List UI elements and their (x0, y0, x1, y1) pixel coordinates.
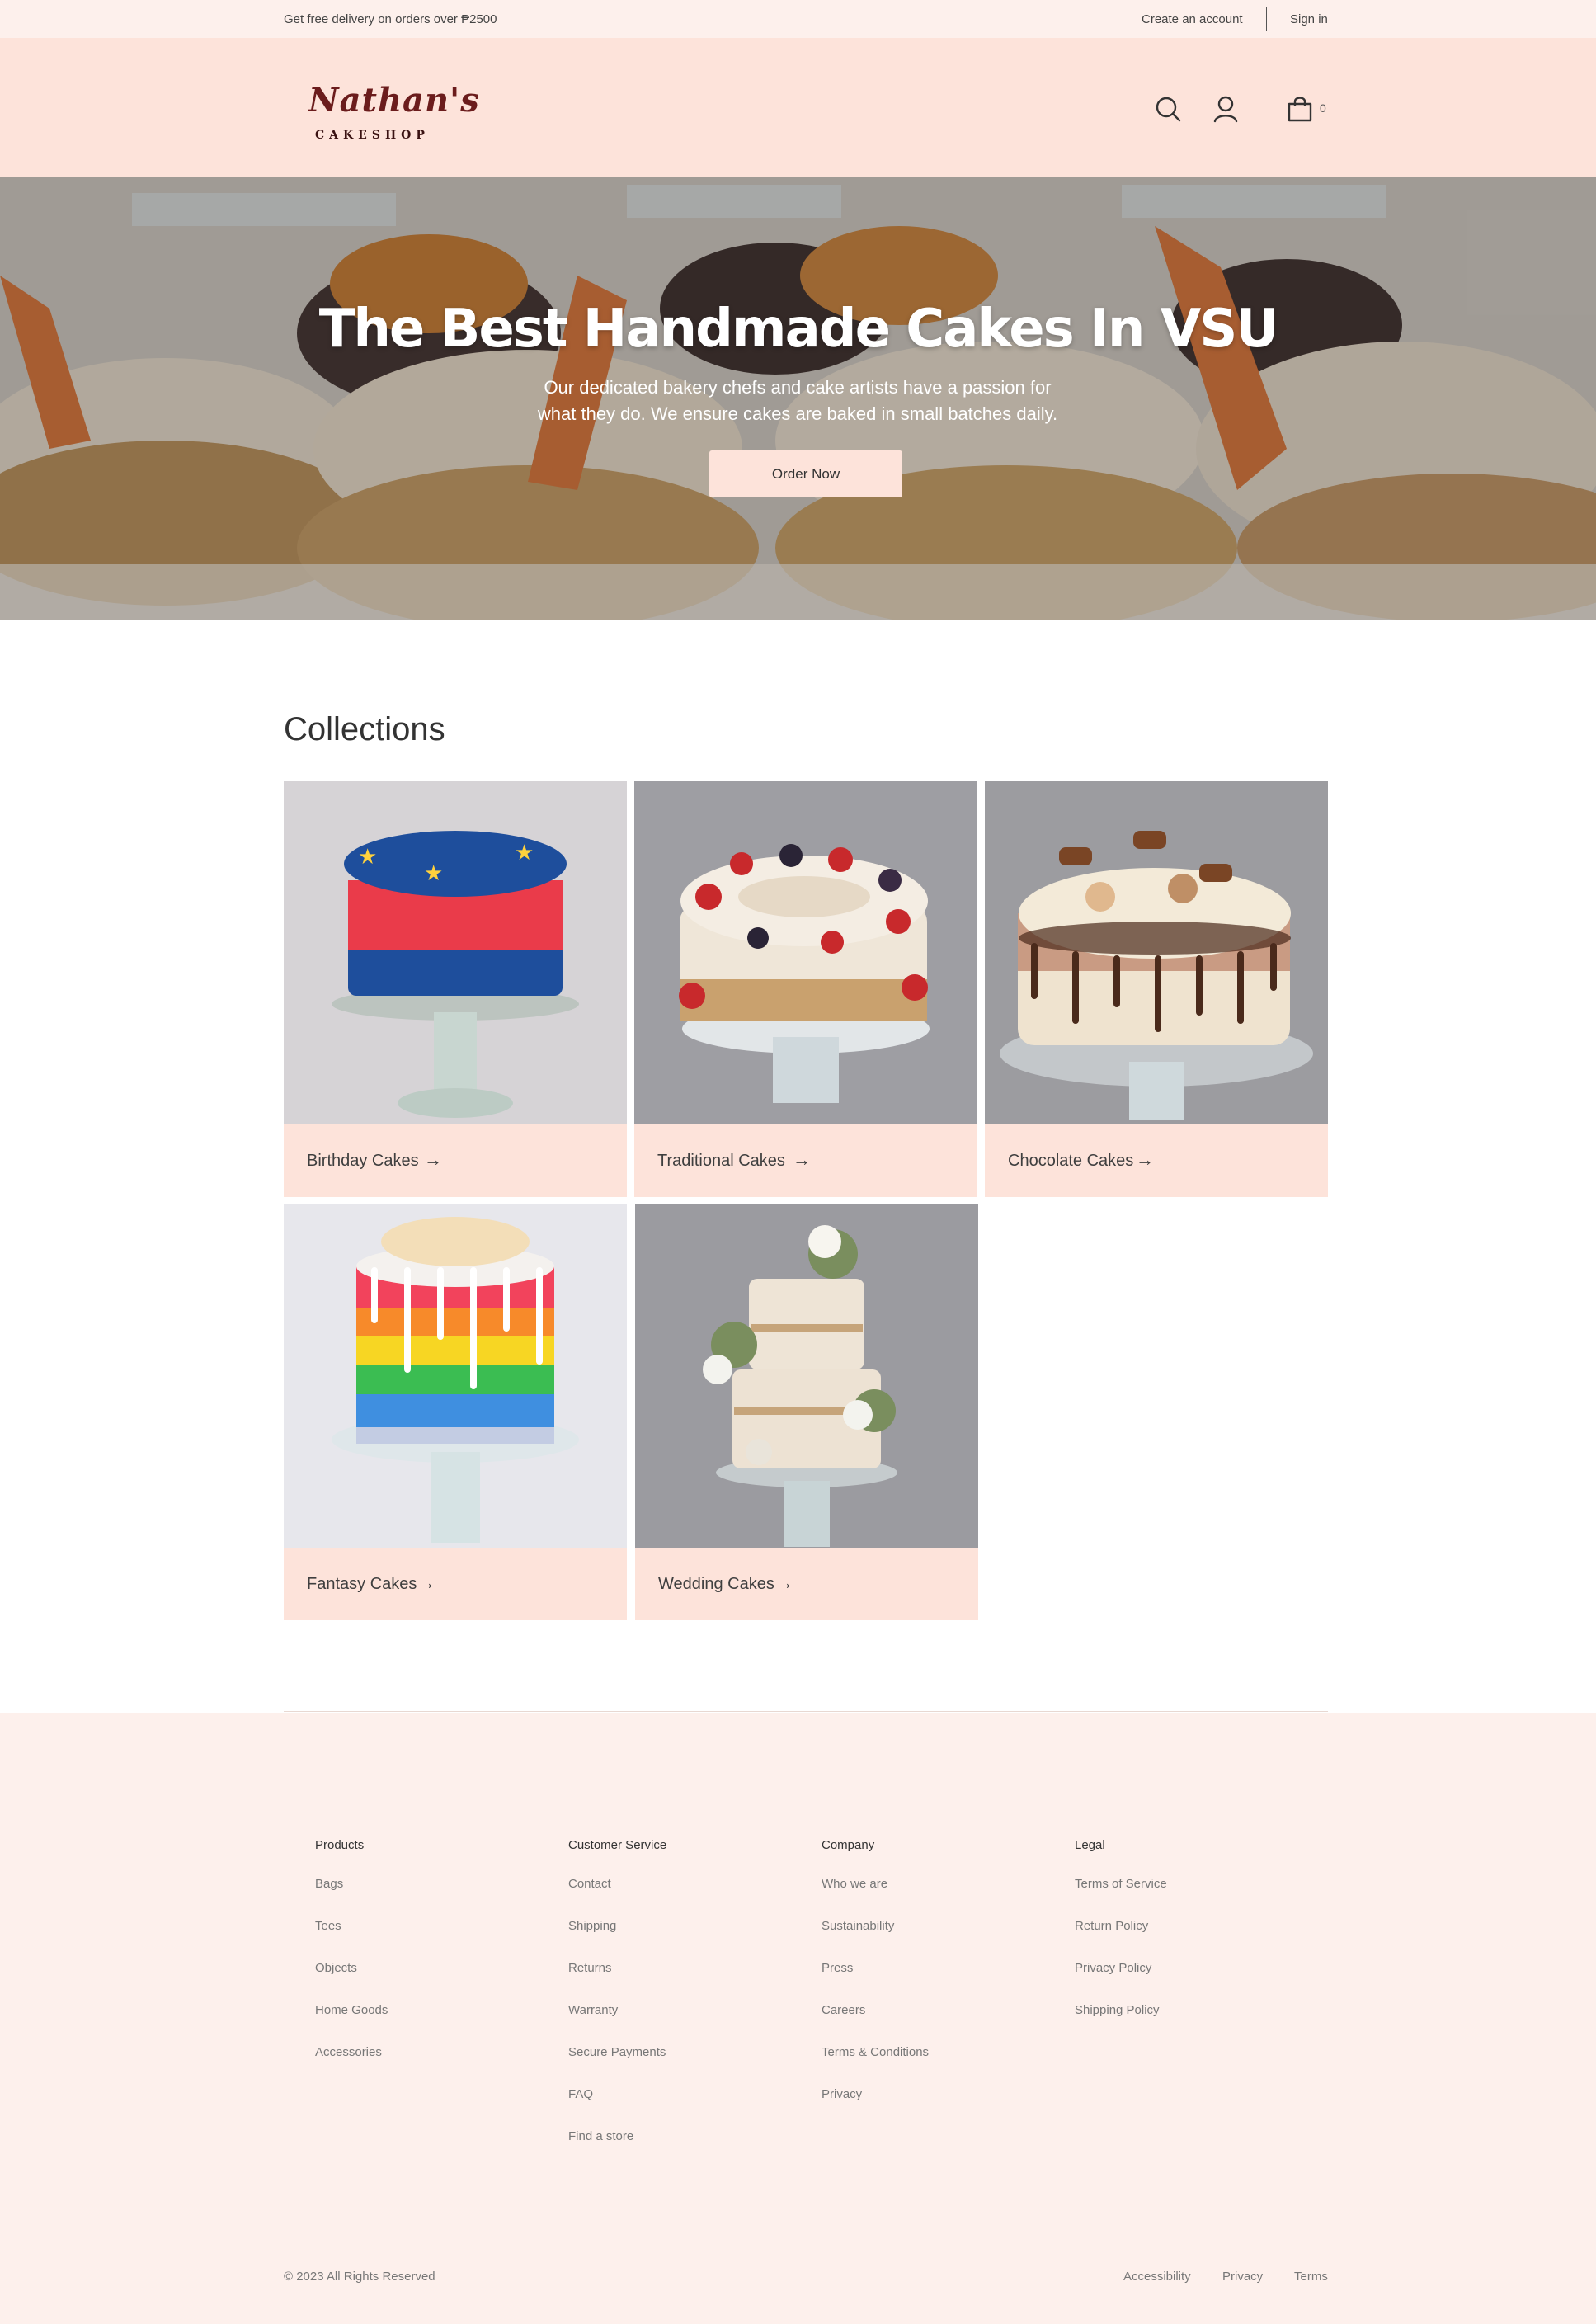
collection-name: Birthday Cakes (307, 1152, 419, 1170)
wedding-cake-image (635, 1204, 978, 1548)
privacy-link[interactable]: Privacy (1222, 2270, 1263, 2284)
footer-link[interactable]: Return Policy (1075, 1918, 1167, 1960)
terms-link[interactable]: Terms (1294, 2270, 1328, 2284)
footer-column-products: Products Bags Tees Objects Home Goods Ac… (315, 1838, 388, 2086)
birthday-cake-image: ★ ★ ★ (284, 781, 627, 1124)
shopping-bag-icon[interactable] (1285, 94, 1315, 124)
footer-link[interactable]: Tees (315, 1918, 388, 1960)
collection-card-chocolate[interactable]: Chocolate Cakes → (985, 781, 1328, 1197)
footer-link[interactable]: Contact (568, 1876, 666, 1918)
svg-text:★: ★ (358, 845, 377, 870)
search-icon[interactable] (1153, 94, 1183, 124)
sign-in-link[interactable]: Sign in (1290, 12, 1328, 26)
collection-name: Traditional Cakes (657, 1152, 785, 1170)
collection-label: Fantasy Cakes → (284, 1548, 627, 1620)
footer-link[interactable]: Secure Payments (568, 2044, 666, 2086)
collection-label: Birthday Cakes → (284, 1124, 627, 1197)
footer-column-legal: Legal Terms of Service Return Policy Pri… (1075, 1838, 1167, 2044)
user-icon[interactable] (1211, 94, 1241, 124)
collection-label: Traditional Cakes → (634, 1124, 977, 1197)
collection-card-traditional[interactable]: Traditional Cakes → (634, 781, 977, 1197)
footer-link[interactable]: Terms & Conditions (822, 2044, 929, 2086)
footer-column-title: Company (822, 1838, 875, 1852)
footer-link[interactable]: Privacy (822, 2086, 929, 2128)
order-now-button[interactable]: Order Now (709, 450, 902, 497)
arrow-right-icon: → (1136, 1149, 1154, 1170)
collection-card-fantasy[interactable]: Fantasy Cakes → (284, 1204, 627, 1620)
copyright: © 2023 All Rights Reserved (284, 2270, 435, 2284)
divider (1266, 7, 1267, 31)
cart-count: 0 (1320, 101, 1326, 115)
accessibility-link[interactable]: Accessibility (1123, 2270, 1191, 2284)
footer-column-title: Products (315, 1838, 365, 1852)
collection-name: Wedding Cakes (658, 1575, 774, 1593)
logo-name: Nathan's (308, 81, 480, 120)
footer-link[interactable]: Home Goods (315, 2002, 388, 2044)
footer-link[interactable]: Find a store (568, 2128, 666, 2171)
footer-link[interactable]: Terms of Service (1075, 1876, 1167, 1918)
arrow-right-icon: → (775, 1572, 793, 1593)
footer-divider (284, 1711, 1328, 1712)
logo-subtitle: CAKESHOP (315, 129, 430, 142)
footer-column-customer-service: Customer Service Contact Shipping Return… (568, 1838, 666, 2171)
footer-link[interactable]: Who we are (822, 1876, 929, 1918)
footer-column-company: Company Who we are Sustainability Press … (822, 1838, 929, 2128)
footer-link[interactable]: Accessories (315, 2044, 388, 2086)
site-footer: Products Bags Tees Objects Home Goods Ac… (0, 1713, 1596, 2324)
footer-link[interactable]: Warranty (568, 2002, 666, 2044)
hero-banner: The Best Handmade Cakes In VSU Our dedic… (0, 177, 1596, 620)
arrow-right-icon: → (424, 1149, 442, 1170)
announcement-bar: Get free delivery on orders over ₱2500 C… (0, 0, 1596, 38)
footer-link[interactable]: Objects (315, 1960, 388, 2002)
collection-name: Fantasy Cakes (307, 1575, 417, 1593)
arrow-right-icon: → (793, 1149, 811, 1170)
collection-name: Chocolate Cakes (1008, 1152, 1134, 1170)
footer-link[interactable]: Privacy Policy (1075, 1960, 1167, 2002)
create-account-link[interactable]: Create an account (1142, 12, 1243, 26)
site-header: Nathan's CAKESHOP 0 (0, 38, 1596, 177)
svg-text:★: ★ (424, 861, 443, 886)
footer-link[interactable]: Press (822, 1960, 929, 2002)
collection-label: Wedding Cakes → (635, 1548, 978, 1620)
hero-subtitle: Our dedicated bakery chefs and cake arti… (537, 377, 1058, 424)
footer-link[interactable]: Bags (315, 1876, 388, 1918)
fantasy-cake-image (284, 1204, 627, 1548)
collection-card-birthday[interactable]: ★ ★ ★ Birthday Cakes → (284, 781, 627, 1197)
collections-title: Collections (284, 711, 445, 747)
footer-link[interactable]: FAQ (568, 2086, 666, 2128)
footer-column-title: Legal (1075, 1838, 1105, 1852)
footer-column-title: Customer Service (568, 1838, 667, 1852)
collection-card-wedding[interactable]: Wedding Cakes → (635, 1204, 978, 1620)
footer-link[interactable]: Returns (568, 1960, 666, 2002)
logo[interactable]: Nathan's CAKESHOP (307, 81, 479, 147)
svg-text:★: ★ (515, 841, 534, 865)
footer-link[interactable]: Shipping (568, 1918, 666, 1960)
traditional-cake-image (634, 781, 977, 1124)
free-delivery-promo: Get free delivery on orders over ₱2500 (284, 12, 497, 26)
footer-link[interactable]: Shipping Policy (1075, 2002, 1167, 2044)
footer-link[interactable]: Careers (822, 2002, 929, 2044)
arrow-right-icon: → (417, 1572, 435, 1593)
footer-link[interactable]: Sustainability (822, 1918, 929, 1960)
collection-label: Chocolate Cakes → (985, 1124, 1328, 1197)
hero-title: The Best Handmade Cakes In VSU (318, 299, 1279, 360)
chocolate-cake-image (985, 781, 1328, 1124)
